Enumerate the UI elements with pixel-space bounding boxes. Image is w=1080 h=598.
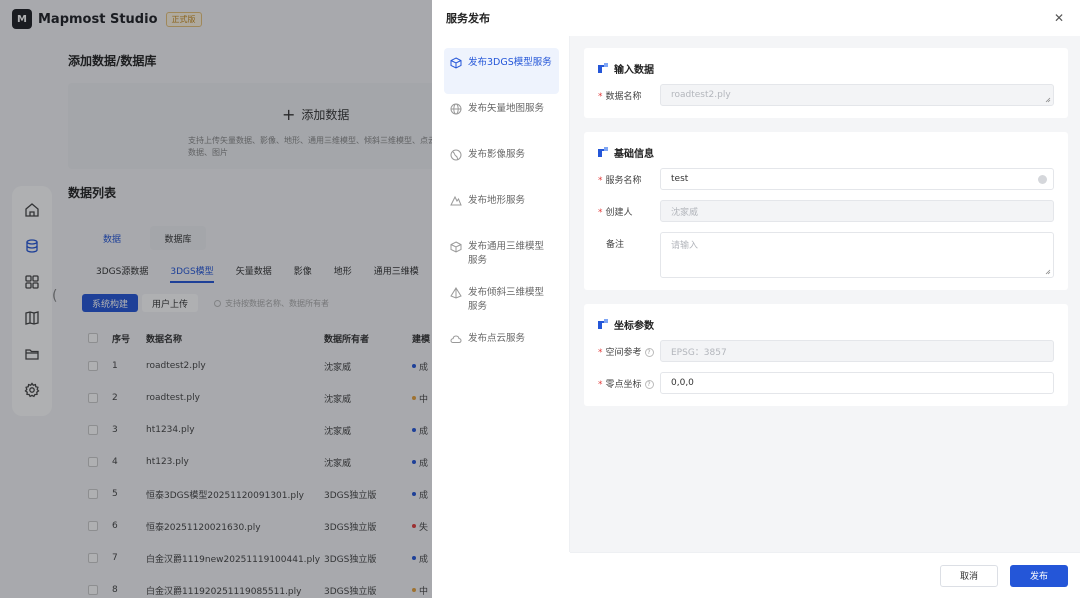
input-data-title: 输入数据 bbox=[598, 58, 1054, 78]
input-data-card: 输入数据 * 数据名称 roadtest2.ply bbox=[584, 48, 1068, 118]
creator-field: 沈家威 bbox=[660, 200, 1054, 222]
section-flag-icon bbox=[598, 147, 608, 157]
remark-placeholder: 请输入 bbox=[671, 241, 699, 251]
creator-value: 沈家威 bbox=[671, 207, 699, 218]
remark-label: 备注 bbox=[606, 240, 625, 250]
data-name-field: roadtest2.ply bbox=[660, 84, 1054, 106]
service-name-label: * 服务名称 bbox=[598, 175, 642, 186]
remark-textarea[interactable]: 请输入 bbox=[660, 232, 1054, 278]
coord-params-card: 坐标参数 * 空间参考? EPSG：3857 * 零点坐标? 0,0,0 bbox=[584, 304, 1068, 406]
origin-input[interactable]: 0,0,0 bbox=[660, 372, 1054, 394]
cube-icon bbox=[450, 241, 462, 253]
cancel-button[interactable]: 取消 bbox=[940, 564, 998, 587]
publish-button[interactable]: 发布 bbox=[1010, 564, 1068, 587]
data-name-label: * 数据名称 bbox=[598, 91, 642, 102]
menu-label: 发布3DGS模型服务 bbox=[468, 57, 552, 68]
spatial-ref-label: * 空间参考? bbox=[598, 345, 660, 358]
basic-info-title-text: 基础信息 bbox=[614, 148, 654, 160]
service-name-input[interactable]: test bbox=[660, 168, 1054, 190]
resize-handle-icon bbox=[1045, 97, 1051, 103]
service-type-menu: 发布3DGS模型服务 发布矢量地图服务 发布影像服务 发布地形服务 发布通用三维… bbox=[432, 36, 570, 552]
menu-item-oblique-3d[interactable]: 发布倾斜三维模型服务 bbox=[444, 278, 559, 324]
drawer-title: 服务发布 bbox=[446, 12, 490, 25]
menu-label: 发布地形服务 bbox=[468, 195, 526, 206]
form-content: 输入数据 * 数据名称 roadtest2.ply 基础信息 * 服务名称 test bbox=[570, 36, 1080, 552]
publish-drawer: 服务发布 ✕ 发布3DGS模型服务 发布矢量地图服务 发布影像服务 发布地形服务… bbox=[432, 0, 1080, 598]
service-name-value: test bbox=[671, 174, 689, 184]
remark-row: 备注 请输入 bbox=[598, 232, 1054, 278]
origin-value: 0,0,0 bbox=[671, 378, 694, 388]
menu-label: 发布倾斜三维模型服务 bbox=[468, 287, 545, 312]
close-icon[interactable]: ✕ bbox=[1052, 11, 1066, 25]
menu-item-vector[interactable]: 发布矢量地图服务 bbox=[444, 94, 559, 140]
pyramid-icon bbox=[450, 287, 462, 299]
coord-params-title-text: 坐标参数 bbox=[614, 320, 654, 332]
terrain-icon bbox=[450, 195, 462, 206]
drawer-header: 服务发布 ✕ bbox=[432, 0, 1080, 36]
menu-item-terrain[interactable]: 发布地形服务 bbox=[444, 186, 559, 232]
menu-item-pointcloud[interactable]: 发布点云服务 bbox=[444, 324, 559, 370]
help-icon[interactable]: ? bbox=[644, 379, 654, 389]
resize-handle-icon[interactable] bbox=[1045, 269, 1051, 275]
menu-item-imagery[interactable]: 发布影像服务 bbox=[444, 140, 559, 186]
spatial-ref-field: EPSG：3857 bbox=[660, 340, 1054, 362]
origin-row: * 零点坐标? 0,0,0 bbox=[598, 372, 1054, 394]
coord-params-title: 坐标参数 bbox=[598, 314, 1054, 334]
cube-sparkle-icon bbox=[450, 57, 462, 69]
spatial-ref-value: EPSG：3857 bbox=[671, 347, 727, 358]
clear-icon[interactable] bbox=[1038, 175, 1047, 184]
menu-item-general-3d[interactable]: 发布通用三维模型服务 bbox=[444, 232, 559, 278]
globe-icon bbox=[450, 103, 462, 115]
help-icon[interactable]: ? bbox=[644, 347, 654, 357]
menu-label: 发布通用三维模型服务 bbox=[468, 241, 545, 266]
data-name-value: roadtest2.ply bbox=[671, 90, 731, 100]
input-data-title-text: 输入数据 bbox=[614, 64, 654, 76]
menu-label: 发布点云服务 bbox=[468, 333, 526, 344]
menu-item-3dgs[interactable]: 发布3DGS模型服务 bbox=[444, 48, 559, 94]
creator-row: * 创建人 沈家威 bbox=[598, 200, 1054, 222]
spatial-ref-row: * 空间参考? EPSG：3857 bbox=[598, 340, 1054, 362]
service-name-row: * 服务名称 test bbox=[598, 168, 1054, 190]
basic-info-title: 基础信息 bbox=[598, 142, 1054, 162]
origin-label: * 零点坐标? bbox=[598, 377, 660, 390]
section-flag-icon bbox=[598, 63, 608, 73]
menu-label: 发布影像服务 bbox=[468, 149, 526, 160]
menu-label: 发布矢量地图服务 bbox=[468, 103, 545, 114]
drawer-footer: 取消 发布 bbox=[570, 552, 1080, 598]
cloud-icon bbox=[450, 335, 462, 343]
basic-info-card: 基础信息 * 服务名称 test * 创建人 沈家威 备注 请输入 bbox=[584, 132, 1068, 290]
section-flag-icon bbox=[598, 319, 608, 329]
earth-icon bbox=[450, 149, 462, 161]
creator-label: * 创建人 bbox=[598, 207, 633, 218]
data-name-row: * 数据名称 roadtest2.ply bbox=[598, 84, 1054, 106]
